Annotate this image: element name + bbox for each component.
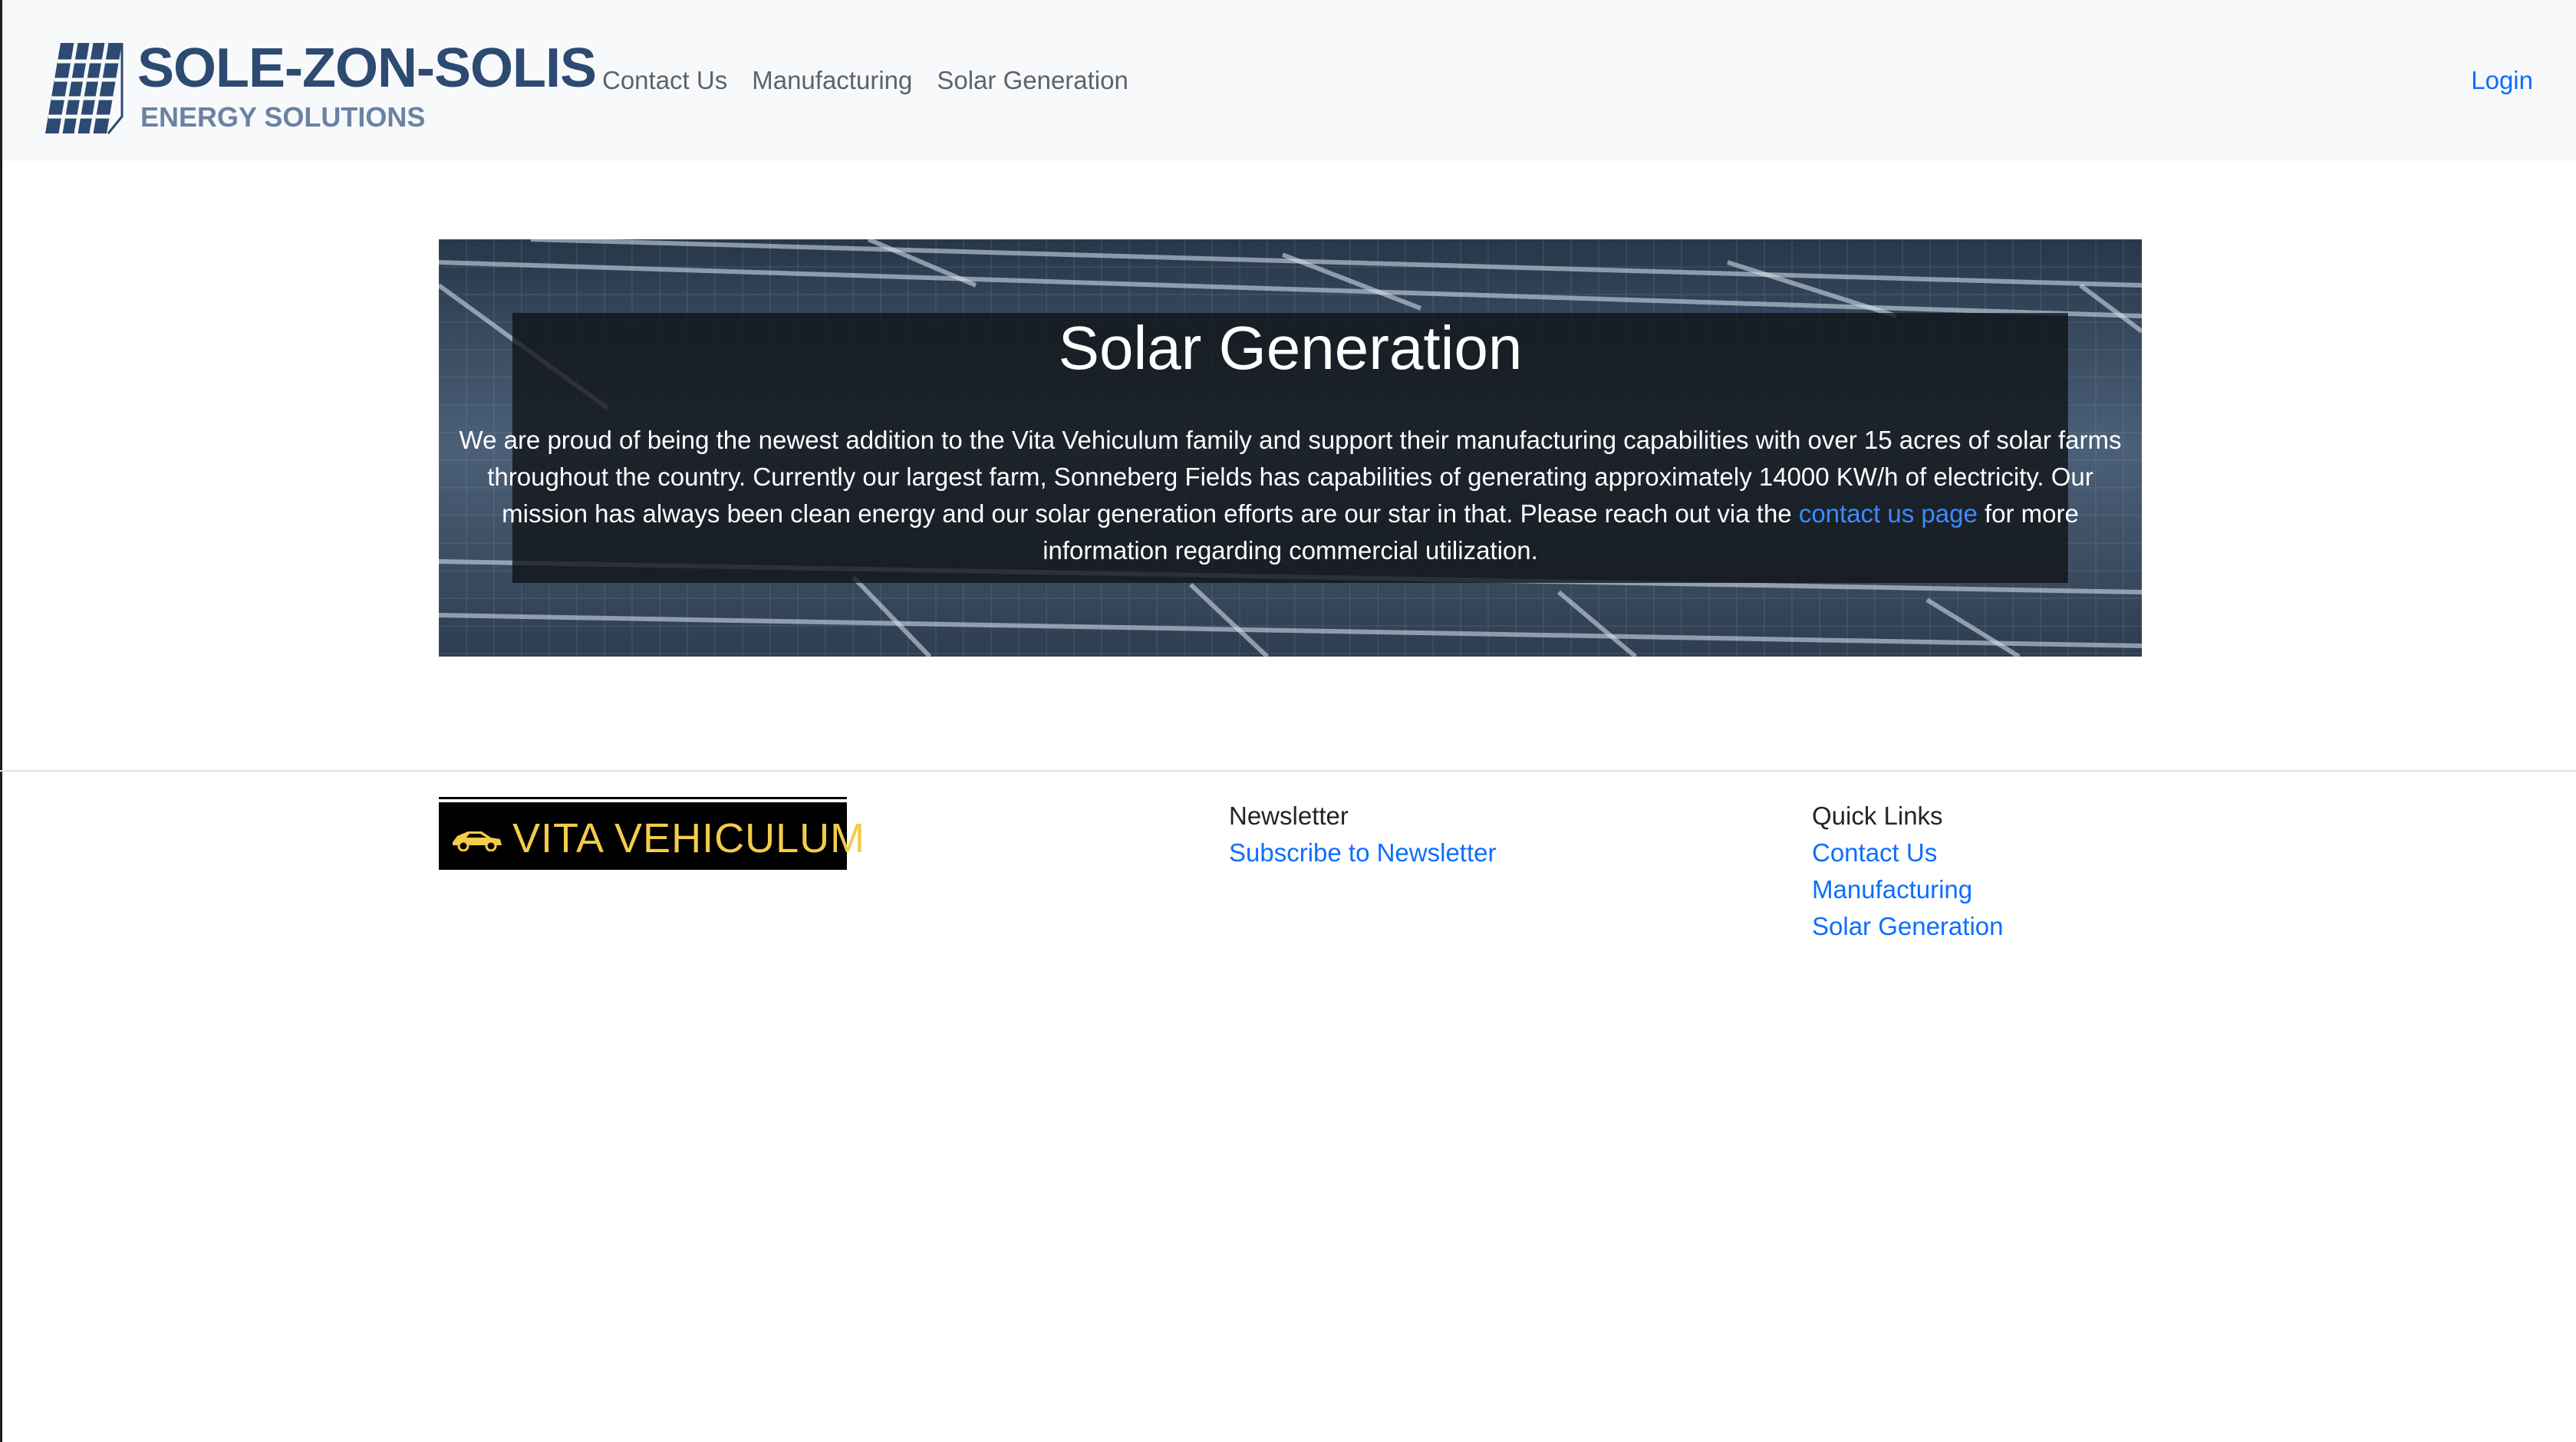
- brand-tagline: ENERGY SOLUTIONS: [140, 101, 426, 133]
- page-title: Solar Generation: [1058, 314, 1523, 382]
- brand-name: SOLE-ZON-SOLIS: [137, 38, 597, 99]
- quick-links-heading: Quick Links: [1812, 802, 1943, 830]
- partner-logo-text: VITA VEHICULUM: [512, 815, 866, 861]
- footer-link-manufacturing[interactable]: Manufacturing: [1812, 871, 2003, 908]
- hero-banner: Solar Generation We are proud of being t…: [439, 239, 2142, 657]
- subscribe-newsletter-link[interactable]: Subscribe to Newsletter: [1229, 835, 1496, 871]
- navbar: SOLE-ZON-SOLIS ENERGY SOLUTIONS Contact …: [0, 0, 2576, 161]
- footer-link-contact-us[interactable]: Contact Us: [1812, 835, 2003, 871]
- newsletter-heading: Newsletter: [1229, 802, 1349, 830]
- footer-newsletter: Newsletter Subscribe to Newsletter: [1229, 798, 1496, 871]
- nav-link-manufacturing[interactable]: Manufacturing: [752, 66, 912, 95]
- brand-logo[interactable]: SOLE-ZON-SOLIS ENERGY SOLUTIONS: [42, 38, 597, 138]
- vita-vehiculum-logo[interactable]: VITA VEHICULUM: [439, 799, 865, 870]
- footer-quick-links: Quick Links Contact Us Manufacturing Sol…: [1812, 798, 2003, 945]
- solar-panel-icon: [45, 43, 124, 134]
- footer-divider: [0, 770, 2576, 772]
- main-nav: Contact Us Manufacturing Solar Generatio…: [602, 66, 1128, 95]
- login-link[interactable]: Login: [2471, 66, 2533, 95]
- contact-us-page-link[interactable]: contact us page: [1799, 499, 1978, 528]
- nav-link-solar-generation[interactable]: Solar Generation: [937, 66, 1128, 95]
- nav-link-contact-us[interactable]: Contact Us: [602, 66, 727, 95]
- window-edge: [0, 0, 2, 1442]
- footer-link-solar-generation[interactable]: Solar Generation: [1812, 908, 2003, 945]
- car-icon: [453, 831, 502, 851]
- hero-description: We are proud of being the newest additio…: [439, 422, 2142, 569]
